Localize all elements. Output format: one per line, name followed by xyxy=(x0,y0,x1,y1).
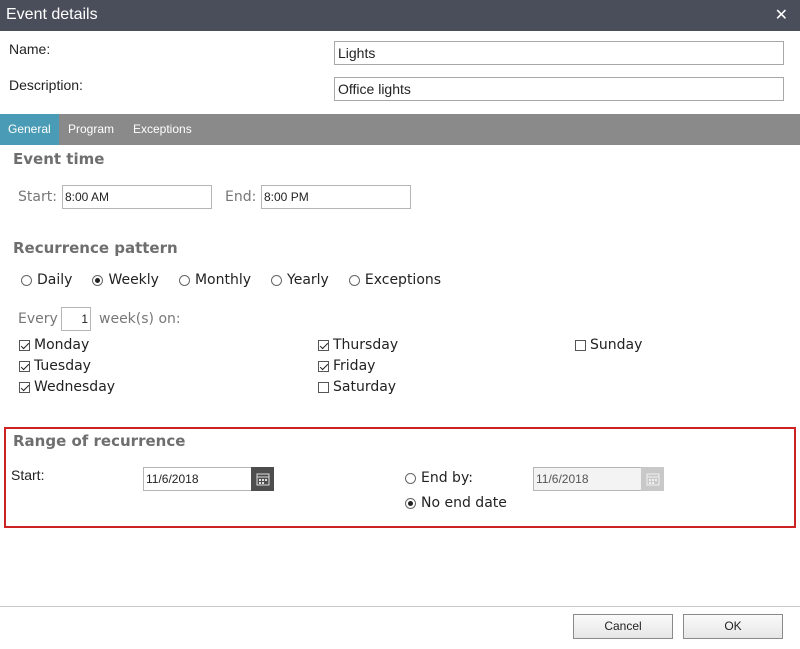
name-input[interactable] xyxy=(334,41,784,65)
range-start-date xyxy=(143,467,274,491)
checkbox-friday-label: Friday xyxy=(333,358,376,374)
tab-exceptions[interactable]: Exceptions xyxy=(125,114,200,145)
description-label: Description: xyxy=(9,77,83,93)
checkbox-friday[interactable]: Friday xyxy=(318,358,375,374)
checkbox-sunday-box xyxy=(575,339,586,351)
dialog-title: Event details xyxy=(6,6,98,23)
radio-yearly-label: Yearly xyxy=(287,272,329,288)
radio-daily[interactable]: Daily xyxy=(21,272,72,288)
checkbox-friday-box xyxy=(318,360,329,372)
checkbox-monday[interactable]: Monday xyxy=(19,337,89,353)
range-title: Range of recurrence xyxy=(13,432,186,450)
calendar-icon[interactable] xyxy=(251,467,274,491)
checkbox-tuesday-label: Tuesday xyxy=(34,358,91,374)
checkbox-tuesday[interactable]: Tuesday xyxy=(19,358,91,374)
checkbox-thursday-box xyxy=(318,339,329,351)
close-icon[interactable]: ✕ xyxy=(775,6,788,24)
checkbox-saturday[interactable]: Saturday xyxy=(318,379,396,395)
every-weeks-input[interactable] xyxy=(61,307,91,331)
radio-end-by[interactable]: End by: xyxy=(405,470,473,486)
end-time-input[interactable] xyxy=(261,185,411,209)
range-start-label: Start: xyxy=(11,467,45,483)
radio-weekly-indicator xyxy=(92,274,104,286)
checkbox-sunday[interactable]: Sunday xyxy=(575,337,642,353)
checkbox-monday-label: Monday xyxy=(34,337,90,353)
dialog-titlebar: Event details ✕ xyxy=(0,0,800,31)
tab-general[interactable]: General xyxy=(0,114,59,145)
calendar-icon-graphic xyxy=(256,473,269,486)
footer-divider xyxy=(0,606,800,607)
radio-no-end-date[interactable]: No end date xyxy=(405,495,507,511)
range-start-input[interactable] xyxy=(143,467,251,491)
checkbox-saturday-box xyxy=(318,381,329,393)
checkbox-wednesday[interactable]: Wednesday xyxy=(19,379,115,395)
checkbox-tuesday-box xyxy=(19,360,30,372)
calendar-icon-graphic xyxy=(646,473,659,486)
radio-weekly[interactable]: Weekly xyxy=(92,272,159,288)
radio-daily-label: Daily xyxy=(37,272,73,288)
tab-bar: General Program Exceptions xyxy=(0,114,800,145)
checkbox-sunday-label: Sunday xyxy=(590,337,643,353)
recurrence-type-group: Daily Weekly Monthly Yearly Exceptions xyxy=(21,272,461,288)
recurrence-pattern-title: Recurrence pattern xyxy=(13,239,178,257)
radio-yearly-indicator xyxy=(271,274,283,286)
end-time-label: End: xyxy=(225,189,257,205)
radio-exceptions-indicator xyxy=(348,274,360,286)
range-end-input[interactable] xyxy=(533,467,641,491)
tab-program[interactable]: Program xyxy=(60,114,122,145)
every-label: Every xyxy=(18,311,58,327)
event-time-title: Event time xyxy=(13,150,105,168)
radio-weekly-label: Weekly xyxy=(108,272,159,288)
radio-daily-indicator xyxy=(21,274,32,286)
checkbox-thursday-label: Thursday xyxy=(333,337,399,353)
radio-end-by-label: End by: xyxy=(421,470,473,486)
radio-no-end-date-indicator xyxy=(405,497,416,509)
radio-exceptions-label: Exceptions xyxy=(364,272,442,288)
checkbox-saturday-label: Saturday xyxy=(333,379,397,395)
cancel-button[interactable]: Cancel xyxy=(573,614,673,639)
radio-exceptions[interactable]: Exceptions xyxy=(348,272,442,288)
radio-monthly-indicator xyxy=(178,274,190,286)
checkbox-thursday[interactable]: Thursday xyxy=(318,337,398,353)
radio-monthly[interactable]: Monthly xyxy=(178,272,252,288)
radio-monthly-label: Monthly xyxy=(194,272,252,288)
start-time-label: Start: xyxy=(18,189,57,205)
start-time-input[interactable] xyxy=(62,185,212,209)
ok-button[interactable]: OK xyxy=(683,614,783,639)
radio-end-by-indicator xyxy=(405,472,416,484)
radio-no-end-date-label: No end date xyxy=(421,495,507,511)
checkbox-wednesday-box xyxy=(19,381,30,393)
calendar-icon[interactable] xyxy=(641,467,664,491)
checkbox-monday-box xyxy=(19,339,30,351)
weeks-on-label: week(s) on: xyxy=(99,311,181,327)
range-end-date xyxy=(533,467,664,491)
name-label: Name: xyxy=(9,41,51,57)
checkbox-wednesday-label: Wednesday xyxy=(34,379,116,395)
description-input[interactable] xyxy=(334,77,784,101)
radio-yearly[interactable]: Yearly xyxy=(271,272,329,288)
